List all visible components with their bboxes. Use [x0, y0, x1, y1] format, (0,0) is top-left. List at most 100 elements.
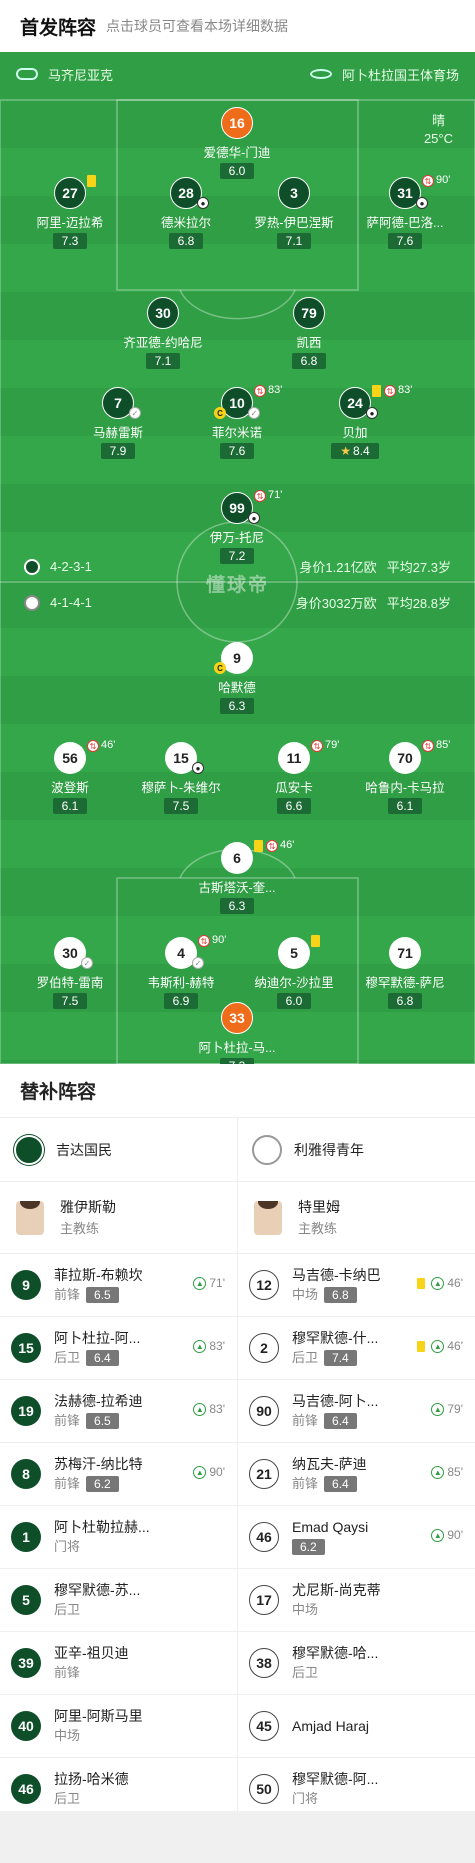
page-subtitle: 点击球员可查看本场详细数据	[106, 18, 289, 34]
home-sub-5[interactable]: 5 穆罕默德-苏... 后卫	[0, 1569, 237, 1632]
player-name: 萨阿德-巴洛...	[366, 216, 444, 230]
jersey-number: 71	[389, 937, 421, 969]
player-position: 后卫	[54, 1791, 81, 1806]
jersey-number: 39	[11, 1648, 41, 1678]
sub-on-icon: ▲	[431, 1339, 445, 1353]
coach-avatar	[254, 1200, 282, 1235]
jersey-number: 8	[11, 1459, 41, 1489]
home-player-30[interactable]: 30 齐亚德-约哈尼 7.1	[98, 297, 228, 370]
jersey-number: 9	[11, 1270, 41, 1300]
away-sub-21[interactable]: 21 纳瓦夫-萨迪 前锋 6.4 ▲ 85'	[238, 1443, 475, 1506]
player-name: 马赫雷斯	[92, 426, 143, 440]
player-name: 齐亚德-约哈尼	[123, 336, 203, 350]
away-team-name: 利雅得青年	[294, 1141, 364, 1158]
home-formation: 4-2-3-1	[50, 559, 92, 574]
away-sub-46[interactable]: 46 Emad Qaysi 6.2 ▲ 90'	[238, 1506, 475, 1569]
player-position: 中场	[54, 1728, 81, 1743]
player-rating: 7.9	[100, 443, 136, 459]
home-player-99[interactable]: 99 伊万-托尼 7.2 ⇅ 71' ●	[172, 489, 302, 565]
home-player-24[interactable]: 24 贝加 ★ 8.4 ⇅ 83' ●	[290, 384, 420, 460]
player-rating: 7.6	[387, 233, 423, 249]
away-player-6[interactable]: 6 古斯塔沃-奎... 6.3 ⇅ 46'	[172, 839, 302, 915]
home-sub-8[interactable]: 8 苏梅汗-纳比特 前锋 6.2 ▲ 90'	[0, 1443, 237, 1506]
home-player-7[interactable]: 7 马赫雷斯 7.9 ✓	[53, 387, 183, 460]
home-sub-15[interactable]: 15 阿卜杜拉-阿... 后卫 6.4 ▲ 83'	[0, 1317, 237, 1380]
away-player-9[interactable]: 9 哈默德 6.3 C	[172, 642, 302, 715]
page-header: 首发阵容 点击球员可查看本场详细数据	[0, 0, 475, 52]
home-team-header[interactable]: 吉达国民	[0, 1118, 237, 1182]
away-sub-2[interactable]: 2 穆罕默德-什... 后卫 7.4 ▲ 46'	[238, 1317, 475, 1380]
player-name: 古斯塔沃-奎...	[198, 881, 276, 895]
player-rating: 6.4	[324, 1413, 357, 1429]
player-name: 韦斯利-赫特	[147, 976, 215, 990]
player-rating: 7.2	[219, 548, 255, 564]
jersey-number: 50	[249, 1774, 279, 1804]
home-player-10[interactable]: 10 菲尔米诺 7.6 ⇅ 83' ✓ C	[172, 384, 302, 460]
player-position: 前锋	[54, 1413, 81, 1428]
home-sub-39[interactable]: 39 亚辛-祖贝迪 前锋	[0, 1632, 237, 1695]
home-coach[interactable]: 雅伊斯勒 主教练	[0, 1182, 237, 1254]
jersey-number: 21	[249, 1459, 279, 1489]
away-coach[interactable]: 特里姆 主教练	[238, 1182, 475, 1254]
sub-on-minute: 85'	[447, 1465, 463, 1479]
home-player-31[interactable]: 31 萨阿德-巴洛... 7.6 ⇅ 90' ●	[340, 174, 470, 250]
player-rating: 6.3	[219, 698, 255, 714]
assist-icon: ✓	[129, 407, 141, 419]
home-sub-1[interactable]: 1 阿卜杜勒拉赫... 门将	[0, 1506, 237, 1569]
player-rating: 6.5	[86, 1413, 119, 1429]
player-position: 中场	[292, 1602, 319, 1617]
away-sub-38[interactable]: 38 穆罕默德-哈... 后卫	[238, 1632, 475, 1695]
player-position: 后卫	[54, 1602, 81, 1617]
substitution-icon: ⇅	[254, 385, 266, 397]
home-avg-age: 平均27.3岁	[386, 560, 451, 575]
weather-condition: 晴	[431, 113, 445, 128]
home-player-79[interactable]: 79 凯西 6.8	[244, 297, 374, 370]
assist-icon: ✓	[248, 407, 260, 419]
jersey-number: 1	[11, 1522, 41, 1552]
away-sub-12[interactable]: 12 马吉德-卡纳巴 中场 6.8 ▲ 46'	[238, 1254, 475, 1317]
away-sub-90[interactable]: 90 马吉德-阿卜... 前锋 6.4 ▲ 79'	[238, 1380, 475, 1443]
away-team-logo-icon	[24, 594, 40, 611]
player-position: 后卫	[292, 1665, 319, 1680]
captain-icon: C	[214, 662, 226, 674]
away-player-71[interactable]: 71 穆罕默德-萨尼 6.8	[340, 937, 470, 1010]
jersey-number: 11	[278, 742, 310, 774]
home-player-16[interactable]: 16 爱德华-门迪 6.0	[172, 107, 302, 180]
assist-icon: ✓	[192, 957, 204, 969]
temperature: 25°C	[423, 131, 453, 146]
player-position: 后卫	[54, 1350, 81, 1365]
sub-on-minute: 46'	[447, 1339, 463, 1353]
sub-on-minute: 46'	[447, 1276, 463, 1290]
jersey-number: 33	[221, 1002, 253, 1034]
player-name: 菲尔米诺	[211, 426, 262, 440]
home-player-27[interactable]: 27 阿里-迈拉希 7.3	[5, 175, 135, 250]
away-player-4[interactable]: 4 韦斯利-赫特 6.9 ⇅ 90' ✓	[116, 934, 246, 1010]
coach-name: 特里姆	[298, 1198, 340, 1215]
home-sub-9[interactable]: 9 菲拉斯-布赖坎 前锋 6.5 ▲ 71'	[0, 1254, 237, 1317]
away-team-header[interactable]: 利雅得青年	[238, 1118, 475, 1182]
home-sub-19[interactable]: 19 法赫德-拉希迪 前锋 6.5 ▲ 83'	[0, 1380, 237, 1443]
jersey-number: 38	[249, 1648, 279, 1678]
sub-on-minute: 83'	[209, 1402, 225, 1416]
coach-avatar	[16, 1200, 44, 1235]
substitution-icon: ⇅	[266, 840, 278, 852]
away-player-15[interactable]: 15 穆萨卜-朱维尔 7.5 ●	[116, 742, 246, 815]
goal-ball-icon: ●	[192, 762, 204, 774]
away-player-70[interactable]: 70 哈鲁内-卡马拉 6.1 ⇅ 85'	[340, 739, 470, 815]
home-sub-40[interactable]: 40 阿里-阿斯马里 中场	[0, 1695, 237, 1758]
rating-value: 6.6	[285, 799, 303, 813]
away-sub-45[interactable]: 45 Amjad Haraj	[238, 1695, 475, 1758]
rating-value: 6.1	[396, 799, 414, 813]
substitution-minute: 85'	[436, 739, 451, 751]
rating-value: 7.9	[109, 444, 127, 458]
jersey-number: 6	[221, 842, 253, 874]
jersey-number: 15	[11, 1333, 41, 1363]
away-sub-17[interactable]: 17 尤尼斯-尚克蒂 中场	[238, 1569, 475, 1632]
substitution-minute: 83'	[268, 384, 283, 396]
jersey-number: 70	[389, 742, 421, 774]
goal-ball-icon: ●	[197, 197, 209, 209]
star-icon: ★	[340, 444, 352, 458]
away-player-33[interactable]: 33阿卜杜拉-马...7.3	[172, 1002, 302, 1064]
yellow-card-icon	[254, 840, 263, 852]
team-info-row: 马齐尼亚克 阿卜杜拉国王体育场	[0, 52, 475, 96]
